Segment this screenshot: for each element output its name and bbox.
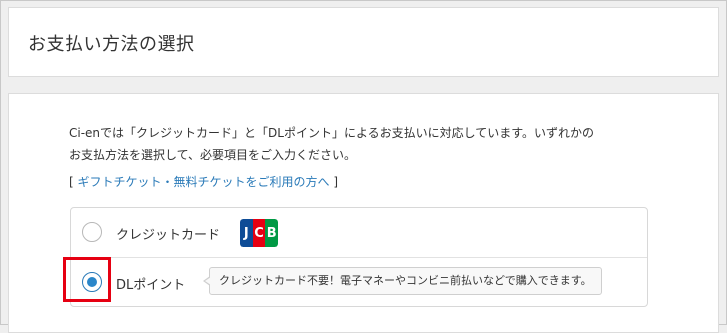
page-title: お支払い方法の選択: [28, 34, 195, 55]
intro-text: Ci-enでは「クレジットカード」と「DLポイント」によるお支払いに対応していま…: [69, 122, 594, 166]
bracket-close: ]: [329, 175, 339, 189]
payment-options: クレジットカード J C B DLポイント クレジットカード不要！電子マネーやコ…: [70, 207, 648, 307]
dl-point-label[interactable]: DLポイント: [116, 274, 185, 293]
credit-card-radio[interactable]: [82, 222, 102, 242]
payment-option-dl-point[interactable]: DLポイント クレジットカード不要！電子マネーやコンビニ前払いなどで購入できます…: [71, 258, 647, 308]
header-panel: お支払い方法の選択: [8, 7, 719, 77]
dl-point-tooltip: クレジットカード不要！電子マネーやコンビニ前払いなどで購入できます。: [203, 267, 602, 295]
credit-card-label[interactable]: クレジットカード: [116, 224, 220, 243]
gift-ticket-link-line: [ ギフトチケット・無料チケットをご利用の方へ ]: [69, 173, 338, 190]
jcb-logo-c: C: [252, 219, 266, 247]
intro-line-1: Ci-enでは「クレジットカード」と「DLポイント」によるお支払いに対応していま…: [69, 126, 595, 140]
payment-option-credit-card[interactable]: クレジットカード J C B: [71, 208, 647, 258]
selection-highlight-box: [63, 257, 111, 302]
bracket-open: [: [69, 175, 78, 189]
jcb-logo-j: J: [240, 219, 253, 247]
payment-panel: Ci-enでは「クレジットカード」と「DLポイント」によるお支払いに対応していま…: [8, 93, 719, 333]
gift-ticket-link[interactable]: ギフトチケット・無料チケットをご利用の方へ: [78, 175, 330, 189]
intro-line-2: お支払方法を選択して、必要項目をご入力ください。: [69, 148, 357, 162]
jcb-logo-icon: J C B: [240, 219, 278, 247]
jcb-logo-b: B: [265, 219, 278, 247]
